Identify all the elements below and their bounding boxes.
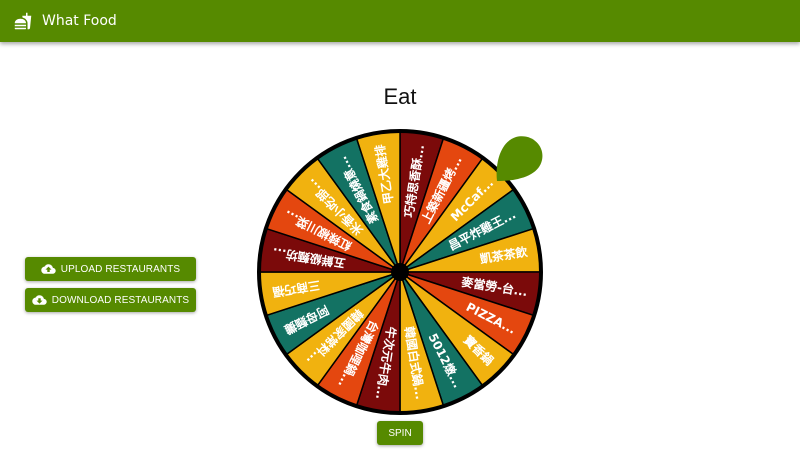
wheel-hub: [391, 263, 409, 281]
spin-button[interactable]: SPIN: [377, 421, 423, 445]
wheel-pointer: [496, 136, 543, 181]
page-title: Eat: [383, 84, 417, 109]
cloud-upload-icon: [41, 264, 56, 274]
app-title: What Food: [42, 13, 117, 29]
download-restaurants-label: DOWNLOAD RESTAURANTS: [51, 294, 190, 306]
download-restaurants-button[interactable]: DOWNLOAD RESTAURANTS: [25, 288, 196, 312]
fast-food-icon: [14, 12, 32, 30]
cloud-download-icon: [32, 295, 47, 305]
upload-restaurants-button[interactable]: UPLOAD RESTAURANTS: [25, 257, 196, 281]
app-bar: What Food: [0, 0, 800, 42]
upload-restaurants-label: UPLOAD RESTAURANTS: [60, 263, 181, 275]
